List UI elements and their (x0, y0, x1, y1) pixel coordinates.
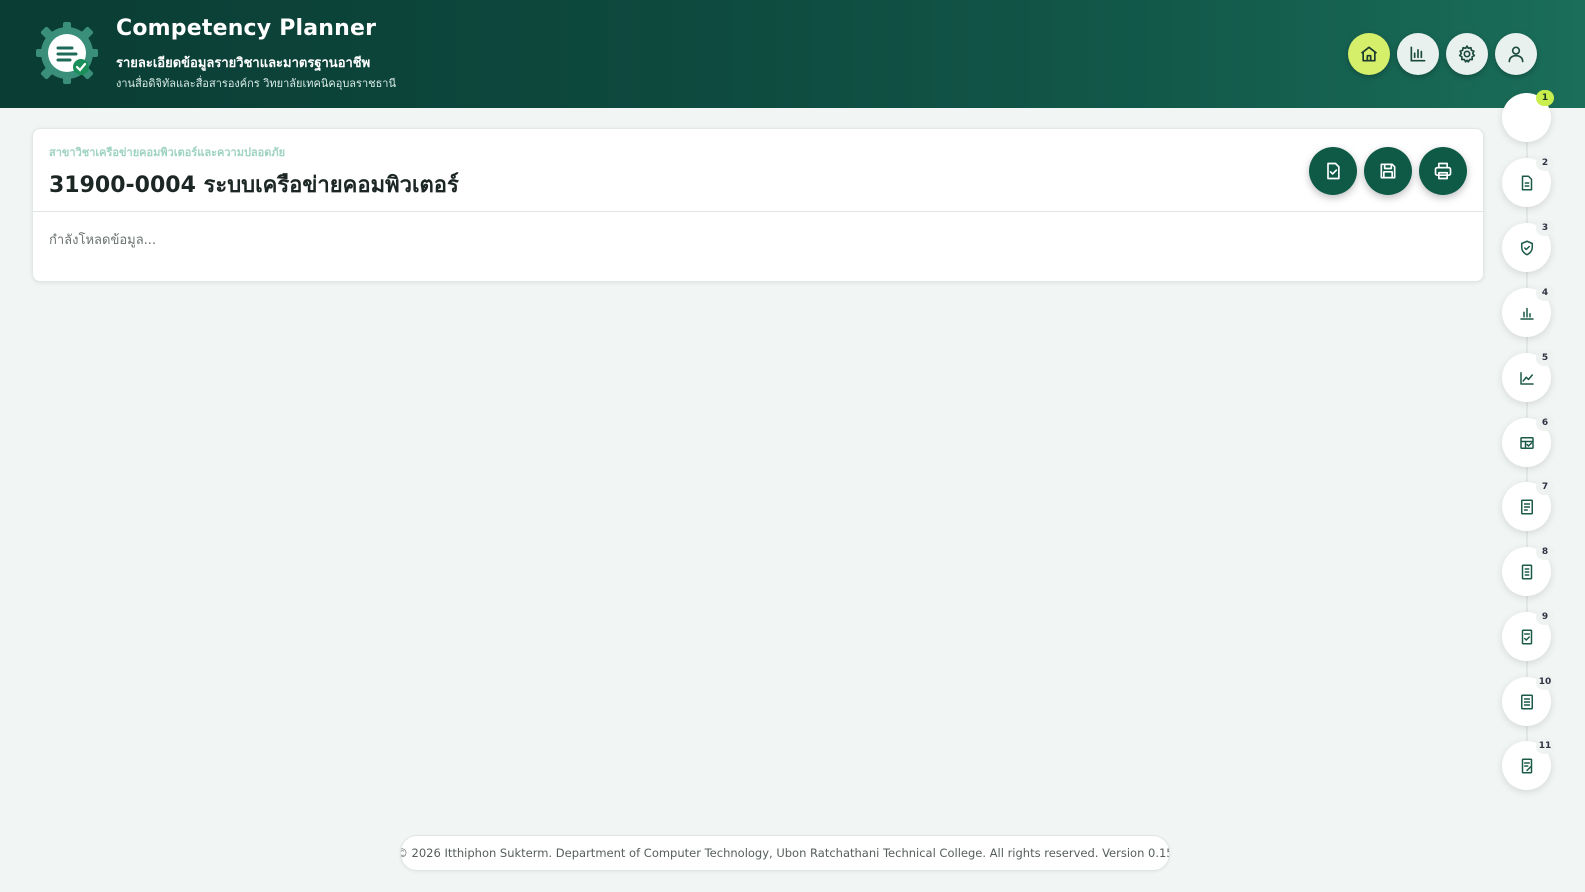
step-badge: 2 (1536, 155, 1554, 171)
print-icon (1434, 162, 1452, 180)
step-badge: 10 (1536, 674, 1554, 690)
print-button[interactable] (1419, 147, 1467, 195)
bar-chart-icon (1410, 46, 1426, 62)
step-5-button[interactable]: 5 (1502, 350, 1554, 402)
step-badge: 7 (1536, 479, 1554, 495)
profile-button[interactable] (1495, 33, 1537, 75)
organization-label: งานสื่อดิจิทัลและสื่อสารองค์กร วิทยาลัยเ… (116, 77, 397, 90)
table-icon (1519, 436, 1534, 449)
step-badge: 8 (1536, 544, 1554, 560)
department-label: สาขาวิชาเครือข่ายคอมพิวเตอร์และความปลอดภ… (49, 146, 286, 159)
statistics-button[interactable] (1397, 33, 1439, 75)
step-2-button[interactable]: 2 (1502, 155, 1554, 207)
list-document-icon (1521, 564, 1532, 579)
step-10-button[interactable]: 10 (1502, 674, 1554, 726)
step-badge: 11 (1536, 738, 1554, 754)
step-badge: 1 (1536, 90, 1554, 106)
file-check-icon (1327, 162, 1340, 180)
edit-document-icon (1521, 758, 1532, 773)
step-badge: 5 (1536, 350, 1554, 366)
loading-text: กำลังโหลดข้อมูล... (49, 233, 157, 248)
step-badge: 9 (1536, 609, 1554, 625)
step-badge: 6 (1536, 415, 1554, 431)
save-button[interactable] (1364, 147, 1412, 195)
checklist-document-icon (1521, 629, 1532, 644)
step-11-button[interactable]: 11 (1502, 738, 1554, 790)
step-6-button[interactable]: 6 (1502, 415, 1554, 467)
step-4-button[interactable]: 4 (1502, 285, 1554, 337)
app-subtitle: รายละเอียดข้อมูลรายวิชาและมาตรฐานอาชีพ (116, 56, 371, 71)
step-3-button[interactable]: 3 (1502, 220, 1554, 272)
line-chart-icon (1519, 371, 1534, 385)
step-8-button[interactable]: 8 (1502, 544, 1554, 596)
document-icon (1521, 175, 1532, 190)
footer-copyright: © 2026 Itthiphon Sukterm. Department of … (400, 835, 1170, 871)
home-icon (1360, 46, 1378, 62)
course-card: สาขาวิชาเครือข่ายคอมพิวเตอร์และความปลอดภ… (32, 128, 1484, 282)
step-1-button[interactable]: 1 (1502, 90, 1554, 142)
app-logo-icon (34, 20, 100, 86)
step-7-button[interactable]: 7 (1502, 479, 1554, 531)
app-header: Competency Planner รายละเอียดข้อมูลรายวิ… (0, 0, 1585, 108)
course-title: 31900-0004 ระบบเครือข่ายคอมพิวเตอร์ (49, 173, 459, 198)
settings-button[interactable] (1446, 33, 1488, 75)
bar-chart-icon (1519, 307, 1534, 320)
user-icon (1508, 46, 1524, 63)
save-icon (1380, 163, 1396, 179)
list-document-icon (1520, 499, 1533, 514)
gear-icon (1458, 45, 1476, 63)
step-badge: 4 (1536, 285, 1554, 301)
app-title: Competency Planner (116, 16, 377, 41)
home-button[interactable] (1348, 33, 1390, 75)
step-9-button[interactable]: 9 (1502, 609, 1554, 661)
shield-check-icon (1520, 240, 1533, 255)
course-card-header: สาขาวิชาเครือข่ายคอมพิวเตอร์และความปลอดภ… (33, 129, 1483, 212)
step-badge: 3 (1536, 220, 1554, 236)
submit-document-button[interactable] (1309, 147, 1357, 195)
list-document-icon (1520, 694, 1533, 709)
